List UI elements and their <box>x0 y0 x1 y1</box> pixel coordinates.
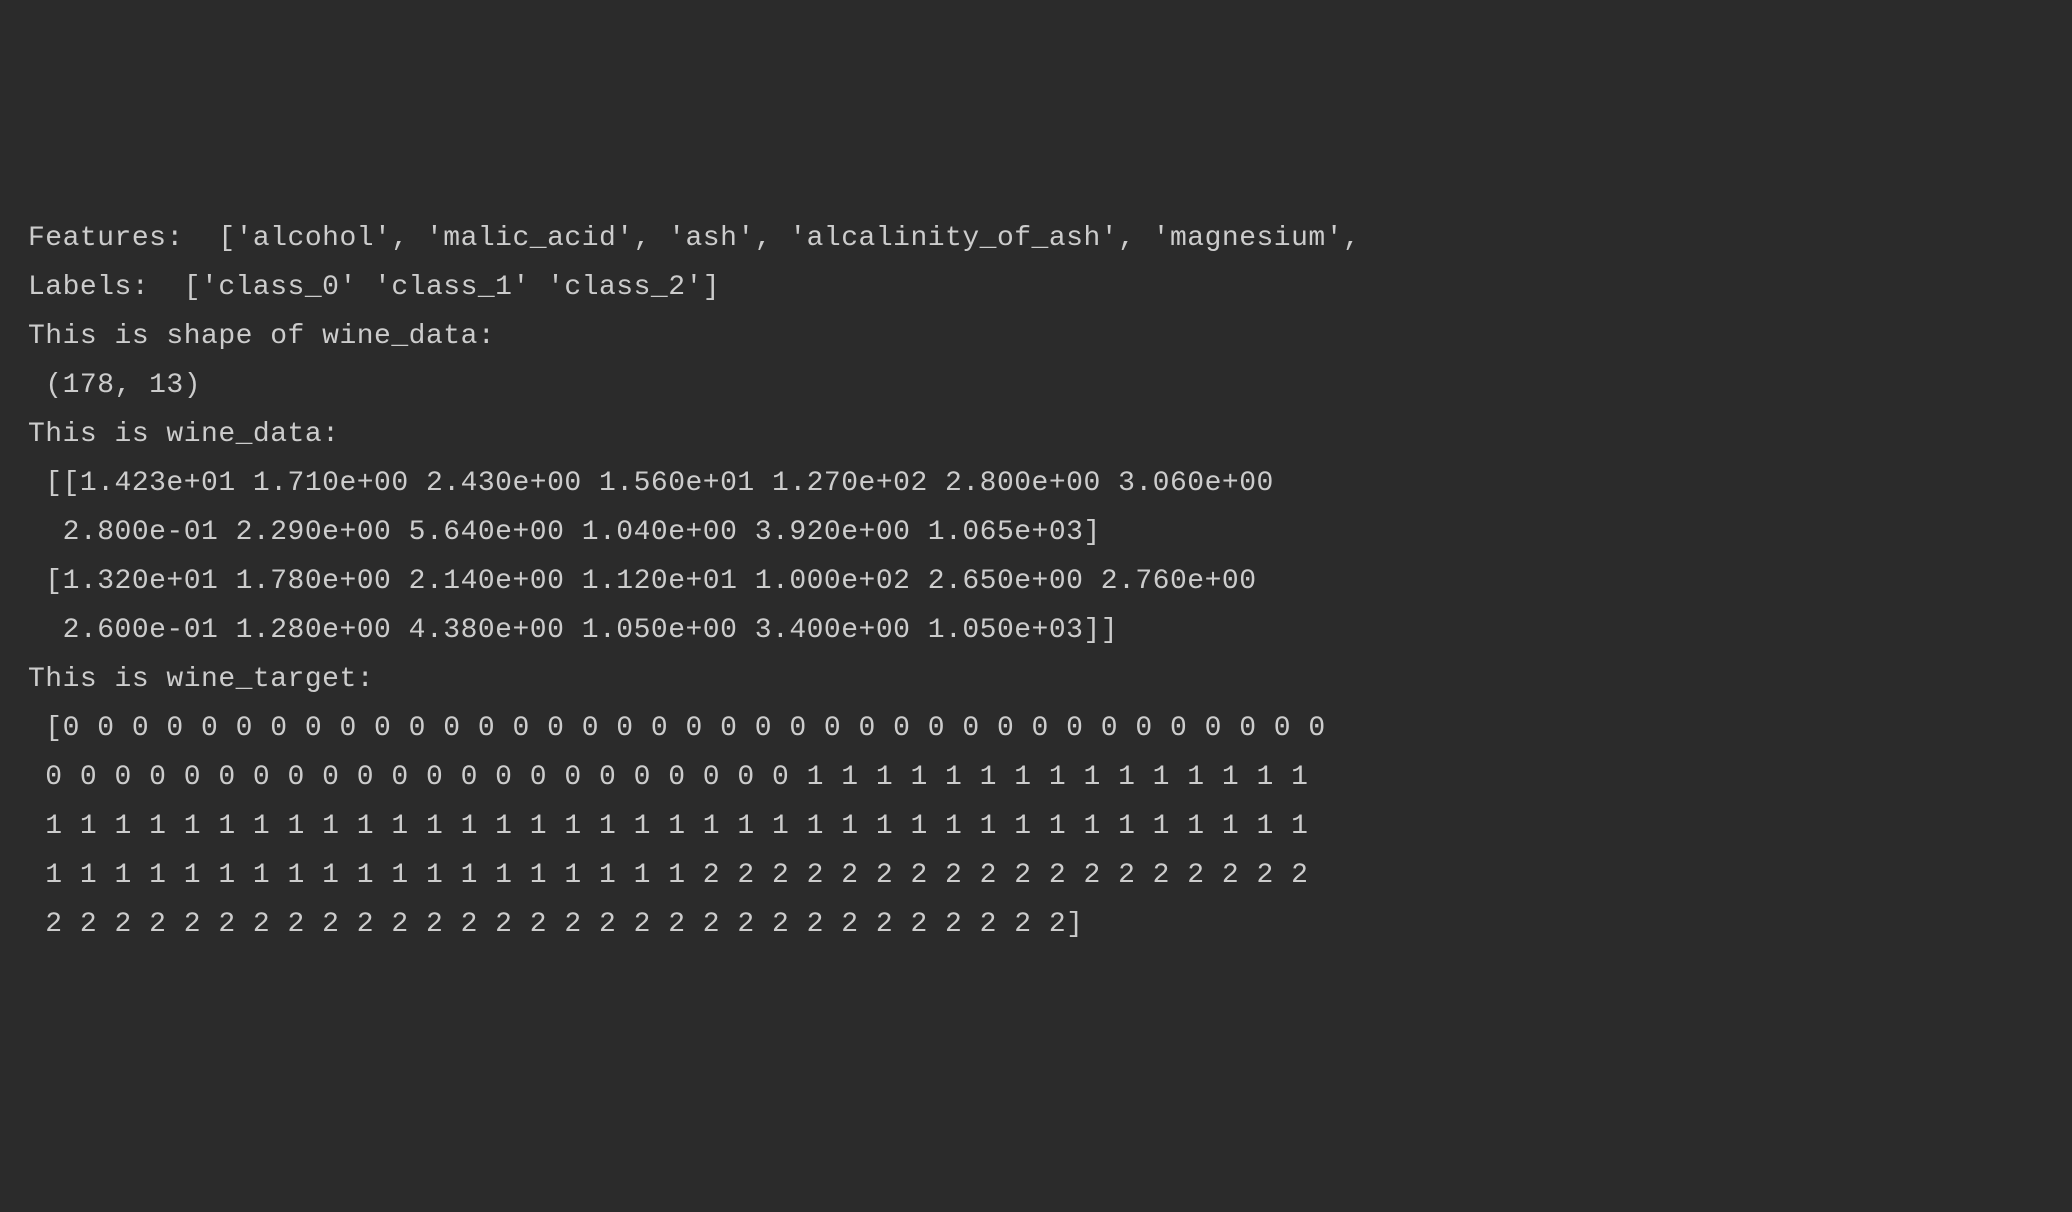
output-line-winetarget-row4: 1 1 1 1 1 1 1 1 1 1 1 1 1 1 1 1 1 1 1 2 … <box>28 851 2044 900</box>
output-line-shape-header: This is shape of wine_data: <box>28 312 2044 361</box>
output-line-winedata-row1a: [[1.423e+01 1.710e+00 2.430e+00 1.560e+0… <box>28 459 2044 508</box>
output-line-winedata-row1b: 2.800e-01 2.290e+00 5.640e+00 1.040e+00 … <box>28 508 2044 557</box>
console-output: Features: ['alcohol', 'malic_acid', 'ash… <box>28 214 2044 949</box>
output-line-winedata-row2a: [1.320e+01 1.780e+00 2.140e+00 1.120e+01… <box>28 557 2044 606</box>
output-line-winetarget-header: This is wine_target: <box>28 655 2044 704</box>
output-line-shape-value: (178, 13) <box>28 361 2044 410</box>
output-line-winetarget-row3: 1 1 1 1 1 1 1 1 1 1 1 1 1 1 1 1 1 1 1 1 … <box>28 802 2044 851</box>
output-line-winetarget-row2: 0 0 0 0 0 0 0 0 0 0 0 0 0 0 0 0 0 0 0 0 … <box>28 753 2044 802</box>
output-line-winedata-header: This is wine_data: <box>28 410 2044 459</box>
output-line-winedata-row2b: 2.600e-01 1.280e+00 4.380e+00 1.050e+00 … <box>28 606 2044 655</box>
output-line-winetarget-row1: [0 0 0 0 0 0 0 0 0 0 0 0 0 0 0 0 0 0 0 0… <box>28 704 2044 753</box>
output-line-features: Features: ['alcohol', 'malic_acid', 'ash… <box>28 214 2044 263</box>
output-line-winetarget-row5: 2 2 2 2 2 2 2 2 2 2 2 2 2 2 2 2 2 2 2 2 … <box>28 900 2044 949</box>
output-line-labels: Labels: ['class_0' 'class_1' 'class_2'] <box>28 263 2044 312</box>
